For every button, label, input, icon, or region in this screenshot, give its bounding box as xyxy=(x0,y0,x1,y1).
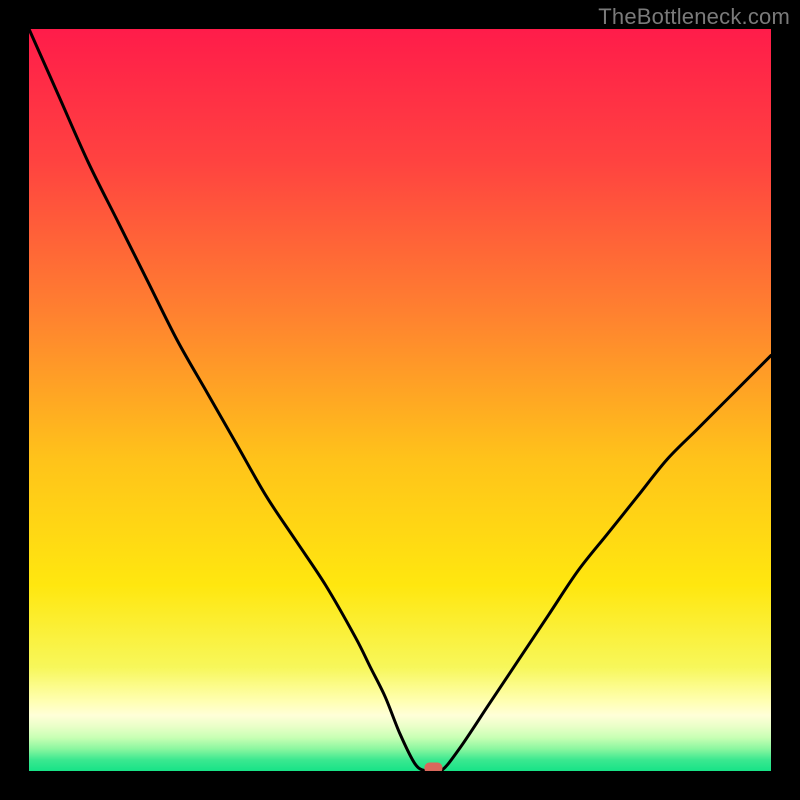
chart-frame: TheBottleneck.com xyxy=(0,0,800,800)
optimum-marker xyxy=(424,763,442,772)
gradient-background xyxy=(29,29,771,771)
plot-area xyxy=(29,29,771,771)
watermark-text: TheBottleneck.com xyxy=(598,4,790,30)
plot-svg xyxy=(29,29,771,771)
